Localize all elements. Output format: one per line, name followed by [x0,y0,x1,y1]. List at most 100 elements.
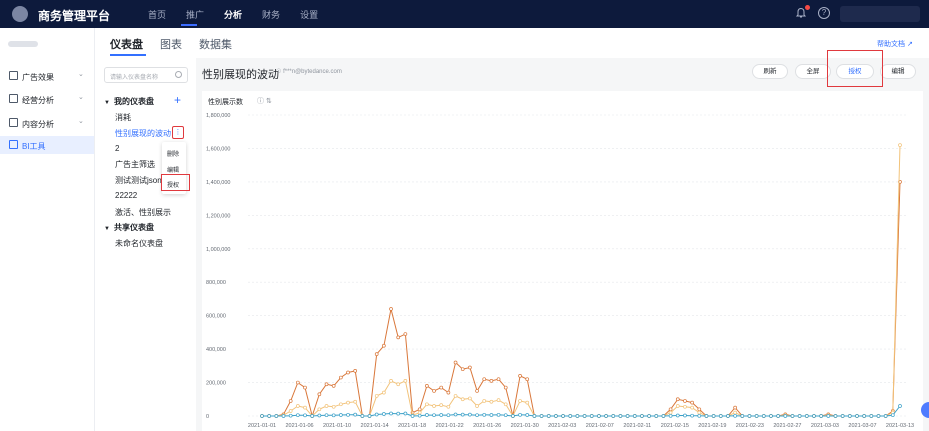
data-point [339,402,343,407]
data-point [611,414,616,418]
series-line [262,181,901,418]
x-tick-label: 2021-02-19 [698,423,726,429]
data-point [632,414,637,418]
data-point [374,412,379,417]
data-point [683,404,687,409]
data-point [683,413,687,418]
data-point [446,404,451,409]
account-name[interactable] [8,41,38,47]
data-point [898,143,902,147]
add-dashboard-button[interactable]: + [174,93,181,107]
data-point [668,407,673,412]
data-point [654,414,659,418]
x-tick-label: 2021-02-27 [773,423,801,429]
data-point [819,414,823,418]
sidebar-item-label: 经营分析 [22,96,54,105]
data-point [776,414,780,418]
data-point [697,407,702,412]
list-item[interactable]: 2 [115,144,119,153]
nav-home[interactable]: 首页 [148,8,166,21]
sidebar-item-ad-effect[interactable]: 广告效果 ⌄ [0,67,94,85]
y-tick-label: 800,000 [206,280,226,286]
list-item[interactable]: 激活、性别展示 [115,207,171,218]
list-item[interactable]: 22222 [115,191,137,200]
list-item-selected[interactable]: 性别展现的波动 [115,128,171,139]
data-point [546,414,551,418]
data-point [826,414,831,418]
data-point [718,414,723,418]
data-point [690,405,694,410]
group-shared-dashboards[interactable]: ▼ 共享仪表盘 [104,222,154,233]
chevron-down-icon: ⌄ [78,94,84,101]
refresh-button[interactable]: 刷新 [752,64,788,79]
sidebar-item-bi-tool[interactable]: BI工具 [0,136,94,154]
x-tick-label: 2021-03-07 [848,423,876,429]
data-point [568,414,573,418]
edit-button[interactable]: 编辑 [880,64,916,79]
highlight-box [161,174,190,191]
data-point [518,374,522,378]
data-point [439,413,444,417]
highlight-box [827,50,883,87]
list-item[interactable]: 测试测试json [115,175,162,186]
sidebar-item-business-analysis[interactable]: 经营分析 ⌄ [0,90,94,108]
data-point [339,413,343,417]
tab-datasets[interactable]: 数据集 [199,36,232,52]
data-point [260,414,264,418]
data-point [525,400,530,405]
data-point [503,385,508,390]
nav-settings[interactable]: 设置 [300,8,318,21]
data-point [675,404,680,408]
data-point [331,384,336,388]
y-tick-label: 200,000 [206,381,226,387]
data-point [303,405,307,410]
data-point [324,382,329,387]
data-point [539,414,544,418]
data-point [288,413,293,418]
data-point [761,414,766,418]
caret-down-icon: ▼ [104,100,110,106]
menu-item-edit[interactable]: 编辑 [167,165,179,174]
data-point [295,413,300,418]
nav-promotion[interactable]: 推广 [186,8,204,21]
data-point [812,414,816,418]
data-point [425,384,429,388]
sidebar-item-content-analysis[interactable]: 内容分析 ⌄ [0,114,94,132]
help-icon[interactable]: ? [818,7,830,19]
data-point [446,413,451,418]
data-point [855,414,859,418]
brand-name: 商务管理平台 [38,9,111,23]
list-item[interactable]: 广告主筛选 [115,159,155,170]
data-point [482,377,487,382]
data-point [460,397,465,402]
help-doc-link[interactable]: 帮助文档 ↗ [877,39,913,49]
x-tick-label: 2021-01-10 [323,423,351,429]
fullscreen-button[interactable]: 全屏 [795,64,831,79]
nav-finance[interactable]: 财务 [262,8,280,21]
data-point [417,407,422,412]
x-tick-label: 2021-02-15 [661,423,689,429]
tab-dashboard[interactable]: 仪表盘 [110,36,143,52]
data-point [525,377,530,382]
group-my-dashboards[interactable]: ▼ 我的仪表盘 [104,96,154,107]
top-nav: 首页 推广 分析 财务 设置 [148,8,338,21]
data-point [733,405,737,410]
help-doc-label: 帮助文档 [877,41,905,48]
data-point [496,412,501,417]
dashboard-search-input[interactable]: 请输入仪表盘名称 [104,67,188,83]
data-point [496,398,501,402]
list-item[interactable]: 消耗 [115,112,131,123]
data-point [432,413,436,418]
user-account[interactable] [840,6,920,22]
menu-item-delete[interactable]: 删除 [167,149,179,158]
data-point [783,414,788,418]
ad-effect-icon [9,71,18,80]
data-point [403,332,408,336]
x-tick-label: 2021-02-11 [623,423,651,429]
more-actions-button[interactable]: ⋮ [172,126,184,139]
data-point [690,400,694,405]
y-tick-label: 400,000 [206,347,226,353]
nav-analysis[interactable]: 分析 [224,8,242,21]
tab-charts[interactable]: 图表 [160,36,182,52]
list-item[interactable]: 未命名仪表盘 [115,238,163,249]
